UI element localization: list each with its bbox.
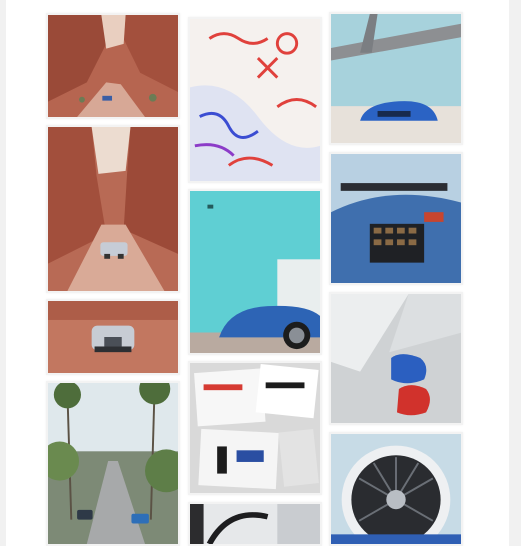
red-and-blue-r8-next-to-plane-image — [331, 294, 461, 423]
car-interior-steering-wheel-image — [190, 504, 320, 544]
photo-tile-audi-sport-race-stickers[interactable] — [188, 361, 322, 495]
silver-convertible-canyon-image — [48, 127, 178, 291]
audi-sport-race-stickers-image — [190, 363, 320, 493]
photo-tile-turquoise-wall-blue-r8[interactable] — [188, 189, 322, 355]
silver-audi-front-red-desert-image — [48, 301, 178, 373]
photo-tile-blue-r8-under-aircraft[interactable] — [329, 12, 463, 145]
photo-tile-silver-convertible-canyon[interactable] — [46, 125, 180, 293]
photo-tile-car-interior-steering-wheel[interactable] — [188, 502, 322, 546]
photo-tile-r8-rear-spoiler-closeup[interactable] — [329, 152, 463, 285]
palm-tree-street-image — [48, 383, 178, 544]
photo-tile-jet-engine-turbine[interactable] — [329, 432, 463, 546]
photo-gallery — [6, 0, 509, 546]
photo-tile-palm-tree-street[interactable] — [46, 381, 180, 546]
r8-rear-spoiler-closeup-image — [331, 154, 461, 283]
photo-tile-graffiti-wall-car[interactable] — [188, 17, 322, 183]
photo-tile-silver-audi-front-red-desert[interactable] — [46, 299, 180, 375]
photo-tile-red-and-blue-r8-next-to-plane[interactable] — [329, 292, 463, 425]
blue-r8-under-aircraft-image — [331, 14, 461, 143]
jet-engine-turbine-image — [331, 434, 461, 544]
red-canyon-road-image — [48, 15, 178, 117]
graffiti-wall-car-image — [190, 19, 320, 181]
turquoise-wall-blue-r8-image — [190, 191, 320, 353]
photo-tile-red-canyon-road[interactable] — [46, 13, 180, 119]
